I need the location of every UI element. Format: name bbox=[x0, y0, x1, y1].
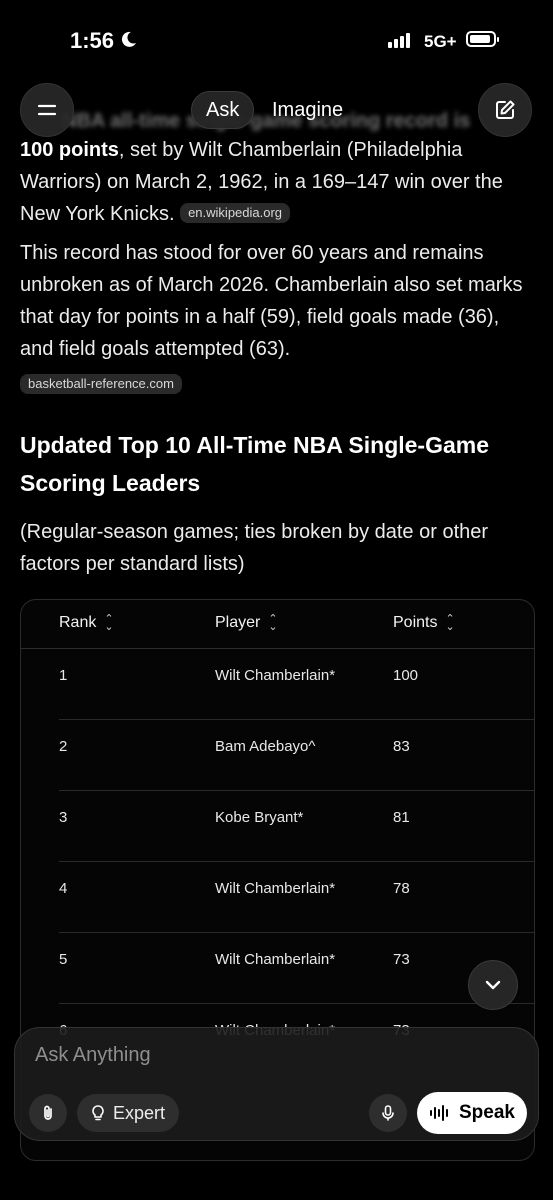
speak-button[interactable]: Speak bbox=[417, 1092, 527, 1134]
column-header-points[interactable]: Points ⌃ ⌄ bbox=[393, 613, 455, 633]
column-header-player[interactable]: Player ⌃ ⌄ bbox=[215, 613, 278, 633]
cell-points: 78 bbox=[393, 880, 410, 897]
moon-icon bbox=[120, 30, 138, 53]
status-bar: 1:56 5G+ bbox=[0, 0, 553, 80]
menu-button[interactable] bbox=[20, 83, 74, 137]
sort-icon: ⌃ ⌄ bbox=[104, 613, 114, 633]
table-header: Rank ⌃ ⌄ Player ⌃ ⌄ Points ⌃ ⌄ bbox=[21, 600, 534, 649]
tab-ask[interactable]: Ask bbox=[191, 91, 255, 129]
lightbulb-icon bbox=[92, 1105, 104, 1121]
sort-icon: ⌃ ⌄ bbox=[445, 613, 455, 633]
answer-paragraph-2: This record has stood for over 60 years … bbox=[20, 237, 533, 401]
audio-waveform-icon bbox=[430, 1105, 448, 1121]
new-chat-button[interactable] bbox=[478, 83, 532, 137]
hamburger-menu-icon bbox=[37, 104, 57, 116]
network-type: 5G+ bbox=[424, 32, 457, 51]
cell-rank: 1 bbox=[59, 667, 68, 684]
table-row: 4 Wilt Chamberlain* 78 bbox=[59, 862, 534, 933]
table-row: 2 Bam Adebayo^ 83 bbox=[59, 720, 534, 791]
expert-mode-button[interactable]: Expert bbox=[77, 1094, 180, 1132]
cell-player: Kobe Bryant* bbox=[215, 809, 304, 826]
cell-player: Bam Adebayo^ bbox=[215, 738, 316, 755]
source-chip-basketball-reference[interactable]: basketball-reference.com bbox=[20, 374, 182, 394]
column-header-rank[interactable]: Rank ⌃ ⌄ bbox=[59, 613, 114, 633]
speak-label: Speak bbox=[459, 1102, 515, 1123]
record-context: This record has stood for over 60 years … bbox=[20, 242, 523, 360]
table-row: 3 Kobe Bryant* 81 bbox=[59, 791, 534, 862]
answer-paragraph-1: 100 points, set by Wilt Chamberlain (Phi… bbox=[20, 134, 533, 230]
cell-points: 73 bbox=[393, 951, 410, 968]
cell-points: 83 bbox=[393, 738, 410, 755]
tab-imagine[interactable]: Imagine bbox=[272, 91, 343, 129]
scroll-down-button[interactable] bbox=[468, 960, 518, 1010]
record-highlight: 100 points bbox=[20, 139, 119, 161]
voice-input-button[interactable] bbox=[369, 1094, 407, 1132]
table-row: 5 Wilt Chamberlain* 73 bbox=[59, 933, 534, 1004]
top-navigation: Ask Imagine bbox=[0, 82, 553, 138]
cell-rank: 4 bbox=[59, 880, 68, 897]
subnote-text: (Regular-season games; ties broken by da… bbox=[20, 521, 489, 575]
source-chip-wikipedia[interactable]: en.wikipedia.org bbox=[180, 203, 291, 223]
cell-rank: 3 bbox=[59, 809, 68, 826]
microphone-icon bbox=[382, 1105, 394, 1121]
cell-player: Wilt Chamberlain* bbox=[215, 667, 336, 684]
compose-edit-icon bbox=[496, 100, 515, 119]
cell-player: Wilt Chamberlain* bbox=[215, 951, 336, 968]
table-section-title: Updated Top 10 All-Time NBA Single-Game … bbox=[20, 432, 490, 496]
chevron-down-icon bbox=[485, 980, 501, 990]
battery-icon bbox=[466, 31, 499, 47]
cell-points: 100 bbox=[393, 667, 419, 684]
message-composer: Ask Anything Expert Speak bbox=[14, 1027, 539, 1141]
table-row: 1 Wilt Chamberlain* 100 bbox=[59, 649, 534, 720]
section-heading: Updated Top 10 All-Time NBA Single-Game … bbox=[20, 426, 533, 502]
cell-player: Wilt Chamberlain* bbox=[215, 880, 336, 897]
sort-icon: ⌃ ⌄ bbox=[268, 613, 278, 633]
status-time: 1:56 bbox=[70, 28, 115, 53]
attach-button[interactable] bbox=[29, 1094, 67, 1132]
cell-points: 81 bbox=[393, 809, 410, 826]
ask-input[interactable]: Ask Anything bbox=[35, 1044, 151, 1067]
expert-label: Expert bbox=[113, 1102, 166, 1123]
paperclip-icon bbox=[44, 1105, 52, 1120]
cell-rank: 2 bbox=[59, 738, 68, 755]
cell-rank: 5 bbox=[59, 951, 68, 968]
cellular-signal-icon bbox=[388, 33, 410, 48]
table-subnote: (Regular-season games; ties broken by da… bbox=[20, 516, 533, 580]
